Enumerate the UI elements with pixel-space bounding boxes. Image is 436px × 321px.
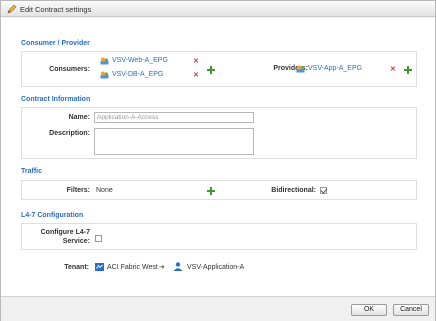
tenant-application: VSV-Application-A bbox=[187, 264, 245, 271]
dialog-title: Edit Contract settings bbox=[20, 5, 92, 14]
epg-icon bbox=[100, 57, 109, 65]
traffic-panel: Filters: None Bidirectional: bbox=[21, 180, 417, 200]
section-title-traffic: Traffic bbox=[21, 168, 43, 175]
description-label: Description: bbox=[49, 130, 90, 137]
consumer-provider-panel: Consumers: VSV-Web-A_EPG ✕ VSV-DB-A_EPG … bbox=[21, 51, 417, 87]
configure-l47-label-line2: Service: bbox=[62, 238, 90, 245]
epg-icon bbox=[296, 65, 305, 73]
consumers-label: Consumers: bbox=[49, 66, 90, 73]
configure-l47-checkbox[interactable] bbox=[95, 235, 102, 242]
fabric-icon bbox=[95, 263, 104, 271]
contract-info-panel: Name: Application-A-Access Description: bbox=[21, 107, 417, 159]
add-provider-plus-icon[interactable] bbox=[404, 66, 412, 74]
name-input[interactable]: Application-A-Access bbox=[94, 112, 254, 123]
section-title-consumer-provider: Consumer / Provider bbox=[21, 40, 90, 47]
filters-label: Filters: bbox=[66, 187, 90, 194]
pencil-icon bbox=[7, 4, 17, 14]
tenant-label: Tenant: bbox=[64, 264, 89, 271]
ok-button[interactable]: OK bbox=[351, 304, 387, 316]
bidirectional-checkbox[interactable] bbox=[320, 187, 327, 194]
tenant-fabric: ACI Fabric West bbox=[107, 264, 158, 271]
provider-link-app[interactable]: VSV-App-A_EPG bbox=[308, 65, 362, 72]
l47-panel: Configure L4-7 Service: bbox=[21, 223, 417, 250]
tenant-app-icon bbox=[173, 262, 183, 271]
add-filter-plus-icon[interactable] bbox=[207, 187, 215, 195]
remove-consumer-db-icon[interactable]: ✕ bbox=[193, 72, 199, 79]
dialog-titlebar: Edit Contract settings bbox=[1, 1, 435, 17]
description-textarea[interactable] bbox=[94, 128, 254, 155]
remove-provider-app-icon[interactable]: ✕ bbox=[390, 66, 396, 73]
name-label: Name: bbox=[68, 114, 90, 121]
epg-icon bbox=[100, 71, 109, 79]
bidirectional-label: Bidirectional: bbox=[271, 187, 316, 194]
filters-value: None bbox=[96, 187, 113, 194]
consumer-link-web[interactable]: VSV-Web-A_EPG bbox=[112, 57, 168, 64]
configure-l47-label-line1: Configure L4-7 bbox=[40, 229, 90, 236]
chevron-right-icon: ➜ bbox=[159, 264, 165, 271]
dialog-footer: OK Cancel bbox=[1, 296, 435, 321]
section-title-l47-configuration: L4-7 Configuration bbox=[21, 212, 84, 219]
dialog-content: Consumer / Provider Consumers: VSV-Web-A… bbox=[1, 18, 435, 296]
section-title-contract-information: Contract Information bbox=[21, 96, 91, 103]
add-consumer-plus-icon[interactable] bbox=[207, 66, 215, 74]
cancel-button[interactable]: Cancel bbox=[393, 304, 429, 316]
remove-consumer-web-icon[interactable]: ✕ bbox=[193, 58, 199, 65]
edit-contract-dialog: Edit Contract settings Consumer / Provid… bbox=[0, 0, 436, 321]
consumer-link-db[interactable]: VSV-DB-A_EPG bbox=[112, 71, 163, 78]
